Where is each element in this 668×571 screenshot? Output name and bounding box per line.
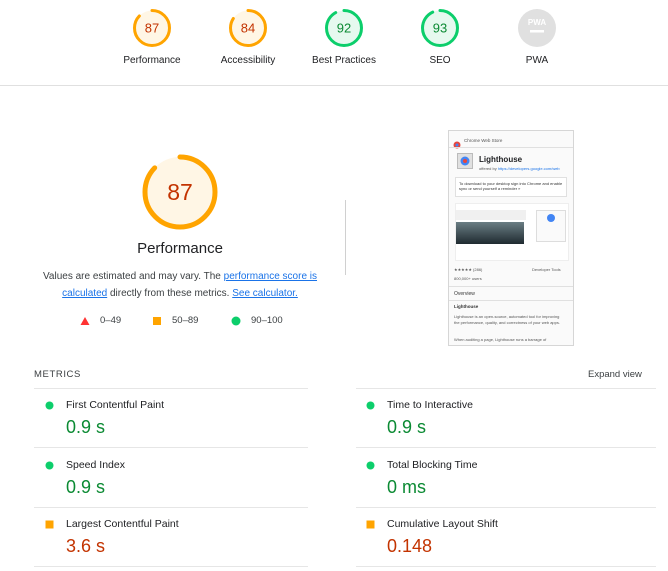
gauge-pwa[interactable]: PWA PWA (487, 8, 587, 66)
metric-value-speed-index: 0.9 s (66, 477, 106, 497)
legend-range: 90–100 (251, 315, 283, 326)
desc-text: directly from these metrics. (107, 288, 233, 299)
lighthouse-icon (547, 214, 555, 222)
extension-title: Lighthouse (479, 155, 523, 164)
users-count: 800,000+ users (454, 276, 482, 281)
overview-tab: Overview (454, 291, 475, 297)
metric-name-lcp: Largest Contentful Paint (66, 518, 179, 530)
gauge-score: 84 (241, 21, 255, 36)
final-screenshot-thumbnail[interactable]: Chrome Web Store Lighthouse offered by h… (448, 130, 574, 346)
metric-name-tbt: Total Blocking Time (387, 459, 478, 471)
gauge-label: Best Practices (312, 55, 376, 66)
metric-divider (356, 566, 656, 567)
thumb-divider (449, 300, 573, 301)
performance-description: Values are estimated and may vary. The p… (40, 268, 320, 302)
expand-view-toggle[interactable]: Expand view (588, 369, 642, 380)
category-tag: Developer Tools (532, 267, 561, 272)
gauge-label: SEO (429, 55, 451, 66)
average-square-icon (366, 520, 375, 529)
category-gauges: 87 Performance 84 Accessibility 92 Best … (0, 0, 668, 86)
overview-body-2: When auditing a page, Lighthouse runs a … (454, 337, 547, 342)
metric-divider (356, 507, 656, 508)
gauge-accessibility[interactable]: 84 Accessibility (198, 8, 298, 66)
metric-divider (34, 388, 308, 389)
average-square-icon (45, 520, 54, 529)
legend-range: 50–89 (172, 315, 199, 326)
triangle-icon (80, 316, 90, 325)
metric-value-tti: 0.9 s (387, 417, 427, 437)
gauge-ring: 87 (133, 9, 171, 47)
metrics-header: METRICS (34, 369, 81, 380)
gauge-ring: 84 (229, 9, 267, 47)
performance-title: Performance (137, 240, 223, 257)
metric-name-speed-index: Speed Index (66, 459, 125, 471)
gauge-ring: 92 (325, 9, 363, 47)
pass-circle-icon (45, 461, 54, 470)
pwa-badge-text: PWA (528, 18, 546, 27)
preview-panel (536, 210, 566, 242)
legend-fail: 0–49 (80, 315, 121, 326)
legend-range: 0–49 (100, 315, 122, 326)
performance-gauge-large: 87 (140, 152, 220, 237)
store-name: Chrome Web Store (464, 138, 503, 143)
desc-text: Values are estimated and may vary. The (42, 271, 224, 282)
gauge-ring: 93 (421, 9, 459, 47)
metric-divider (34, 507, 308, 508)
pass-circle-icon (45, 401, 54, 410)
preview-bar (456, 210, 526, 220)
ext-url: https://developers.google.com/web (497, 166, 560, 171)
ext-by-text: offered by (479, 166, 497, 171)
metric-value-lcp: 3.6 s (66, 536, 106, 556)
gauge-label: PWA (525, 55, 549, 66)
preview-screenshot (455, 203, 569, 261)
legend-average: 50–89 (152, 315, 198, 326)
thumb-divider (449, 147, 573, 148)
pwa-badge-icon: PWA (518, 9, 556, 47)
metric-value-fcp: 0.9 s (66, 417, 106, 437)
gauge-performance[interactable]: 87 Performance (102, 8, 202, 66)
store-logo-icon (453, 136, 461, 154)
square-icon (153, 316, 161, 325)
pass-circle-icon (366, 461, 375, 470)
performance-score-large: 87 (167, 179, 193, 205)
gauge-best-practices[interactable]: 92 Best Practices (294, 8, 394, 66)
pass-circle-icon (366, 401, 375, 410)
preview-image (456, 222, 524, 244)
circle-icon (231, 316, 241, 325)
gauge-score: 93 (433, 21, 447, 36)
gauge-label: Performance (123, 55, 181, 66)
metric-value-cls: 0.148 (387, 536, 433, 556)
metric-value-tbt: 0 ms (387, 477, 427, 497)
rating: ★★★★★ (286) (454, 267, 483, 272)
metric-divider (356, 447, 656, 448)
metric-divider (356, 388, 656, 389)
legend-pass: 90–100 (231, 315, 283, 326)
gauge-score: 87 (145, 21, 159, 36)
extension-by: offered by https://developers.google.com… (479, 166, 560, 171)
gauge-ring-large: 87 (142, 154, 218, 230)
notice-text: To download to your desktop sign into Ch… (459, 181, 563, 191)
calculator-link[interactable]: See calculator. (232, 288, 298, 299)
metric-name-cls: Cumulative Layout Shift (387, 518, 498, 530)
signin-notice: To download to your desktop sign into Ch… (455, 177, 567, 197)
thumb-divider (449, 286, 573, 287)
gauge-label: Accessibility (220, 55, 276, 66)
section-title: Lighthouse (454, 304, 479, 309)
overview-body: Lighthouse is an open-source, automated … (454, 314, 560, 325)
vertical-divider (345, 200, 346, 275)
extension-icon (457, 153, 473, 169)
metric-name-fcp: First Contentful Paint (66, 399, 165, 411)
gauge-seo[interactable]: 93 SEO (390, 8, 490, 66)
metric-divider (34, 447, 308, 448)
metric-divider (34, 566, 308, 567)
gauge-score: 92 (337, 21, 351, 36)
metric-name-tti: Time to Interactive (387, 399, 473, 411)
